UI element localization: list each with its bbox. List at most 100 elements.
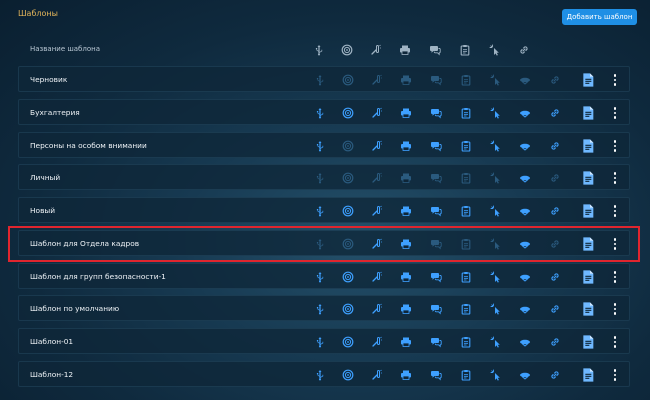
cloud-icon[interactable] [517,105,533,121]
more-options-icon[interactable] [610,72,620,88]
cursor-icon[interactable] [488,236,504,252]
document-icon[interactable] [580,72,596,88]
table-row[interactable]: Новый [18,197,630,223]
link-icon[interactable] [547,105,563,121]
usb-icon[interactable] [312,236,328,252]
document-icon[interactable] [580,334,596,350]
cloud-icon[interactable] [517,301,533,317]
cloud-icon[interactable] [517,269,533,285]
usb-icon[interactable] [312,170,328,186]
cursor-icon[interactable] [488,367,504,383]
cloud-icon[interactable] [517,72,533,88]
clipboard-icon[interactable] [458,269,474,285]
wand-icon[interactable] [369,170,385,186]
printer-icon[interactable] [398,170,414,186]
more-options-icon[interactable] [610,170,620,186]
disc-icon[interactable] [340,236,356,252]
printer-icon[interactable] [398,72,414,88]
link-icon[interactable] [547,236,563,252]
usb-icon[interactable] [312,72,328,88]
more-options-icon[interactable] [610,301,620,317]
usb-icon[interactable] [312,105,328,121]
table-row[interactable]: Персоны на особом внимании [18,132,630,158]
wand-icon[interactable] [369,269,385,285]
cursor-icon[interactable] [488,105,504,121]
wand-icon[interactable] [369,334,385,350]
table-row[interactable]: Шаблон для групп безопасности-1 [18,263,630,289]
cloud-icon[interactable] [517,138,533,154]
wand-icon[interactable] [369,72,385,88]
more-options-icon[interactable] [610,138,620,154]
disc-icon[interactable] [340,367,356,383]
clipboard-icon[interactable] [458,203,474,219]
clipboard-icon[interactable] [458,236,474,252]
chat-icon[interactable] [428,170,444,186]
table-row[interactable]: Шаблон-12 [18,361,630,387]
chat-icon[interactable] [428,138,444,154]
cursor-icon[interactable] [488,203,504,219]
wand-icon[interactable] [369,367,385,383]
cursor-icon[interactable] [488,301,504,317]
link-icon[interactable] [547,334,563,350]
document-icon[interactable] [580,203,596,219]
printer-icon[interactable] [398,301,414,317]
cursor-icon[interactable] [488,269,504,285]
cloud-icon[interactable] [517,367,533,383]
usb-icon[interactable] [312,334,328,350]
more-options-icon[interactable] [610,203,620,219]
more-options-icon[interactable] [610,367,620,383]
chat-icon[interactable] [428,105,444,121]
printer-icon[interactable] [398,138,414,154]
cloud-icon[interactable] [517,170,533,186]
clipboard-icon[interactable] [458,334,474,350]
link-icon[interactable] [547,138,563,154]
table-row[interactable]: Черновик [18,66,630,92]
document-icon[interactable] [580,301,596,317]
table-row[interactable]: Бухгалтерия [18,99,630,125]
table-row[interactable]: Личный [18,164,630,190]
clipboard-icon[interactable] [458,301,474,317]
chat-icon[interactable] [428,301,444,317]
link-icon[interactable] [547,301,563,317]
chat-icon[interactable] [428,334,444,350]
clipboard-icon[interactable] [458,105,474,121]
document-icon[interactable] [580,367,596,383]
more-options-icon[interactable] [610,236,620,252]
clipboard-icon[interactable] [458,72,474,88]
cloud-icon[interactable] [517,236,533,252]
usb-icon[interactable] [312,367,328,383]
link-icon[interactable] [547,203,563,219]
link-icon[interactable] [547,170,563,186]
table-row[interactable]: Шаблон для Отдела кадров [18,230,630,256]
clipboard-icon[interactable] [458,138,474,154]
more-options-icon[interactable] [610,334,620,350]
cursor-icon[interactable] [488,72,504,88]
printer-icon[interactable] [398,334,414,350]
wand-icon[interactable] [369,105,385,121]
more-options-icon[interactable] [610,105,620,121]
usb-icon[interactable] [312,301,328,317]
printer-icon[interactable] [398,236,414,252]
clipboard-icon[interactable] [458,367,474,383]
link-icon[interactable] [547,367,563,383]
cursor-icon[interactable] [488,334,504,350]
document-icon[interactable] [580,269,596,285]
disc-icon[interactable] [340,170,356,186]
chat-icon[interactable] [428,203,444,219]
chat-icon[interactable] [428,236,444,252]
cloud-icon[interactable] [517,334,533,350]
chat-icon[interactable] [428,367,444,383]
disc-icon[interactable] [340,105,356,121]
cursor-icon[interactable] [488,138,504,154]
add-template-button[interactable]: Добавить шаблон [562,9,637,25]
wand-icon[interactable] [369,203,385,219]
document-icon[interactable] [580,236,596,252]
clipboard-icon[interactable] [458,170,474,186]
document-icon[interactable] [580,170,596,186]
usb-icon[interactable] [312,203,328,219]
disc-icon[interactable] [340,334,356,350]
cursor-icon[interactable] [488,170,504,186]
disc-icon[interactable] [340,301,356,317]
cloud-icon[interactable] [517,203,533,219]
disc-icon[interactable] [340,269,356,285]
